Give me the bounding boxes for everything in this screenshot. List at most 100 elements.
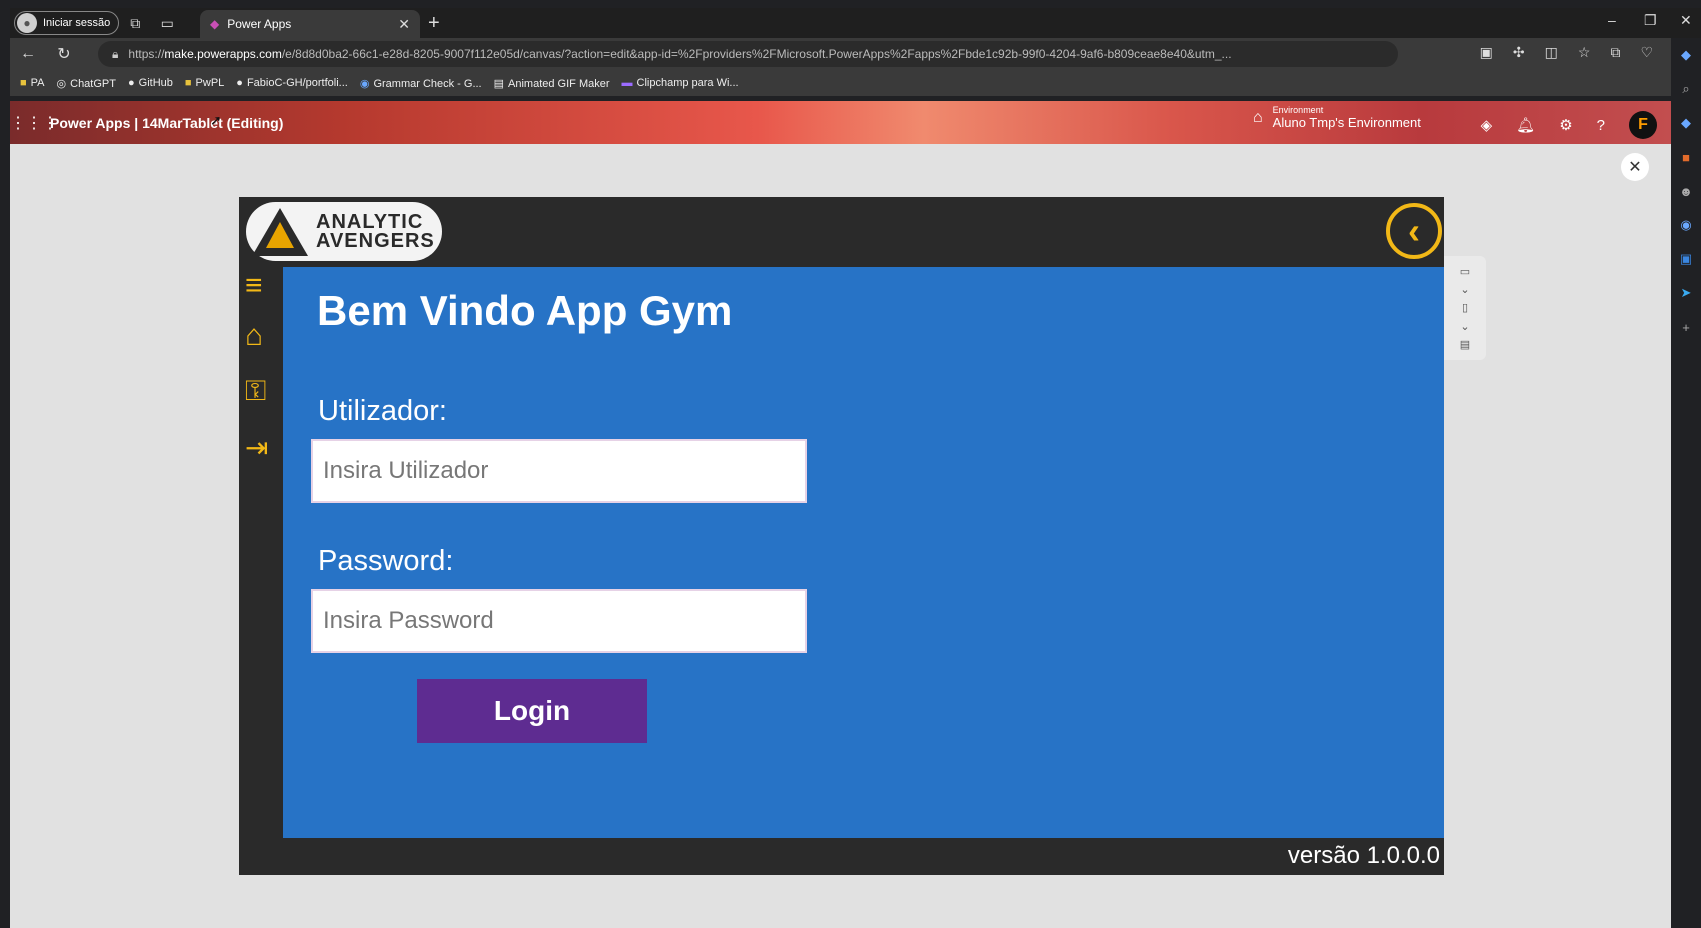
copilot-icon[interactable]: ◆ xyxy=(1671,38,1701,72)
environment-name: Aluno Tmp's Environment xyxy=(1272,115,1421,130)
microsoft365-icon[interactable]: ◉ xyxy=(1671,208,1701,242)
address-bar-row: ← ↻ 🔒︎ https://make.powerapps.com/e/8d8d… xyxy=(10,38,1701,70)
extensions-puzzle-icon[interactable]: ✣ xyxy=(1513,44,1525,61)
copilot-header-icon[interactable]: ◈ xyxy=(1481,116,1493,134)
mouse-cursor-icon: ➚ xyxy=(210,112,222,128)
profile-avatar-icon: ● xyxy=(17,13,37,33)
minimize-icon[interactable]: – xyxy=(1608,12,1616,28)
key-icon[interactable]: ⚿ xyxy=(245,375,266,408)
app-launcher-icon[interactable]: ⋮⋮⋮ xyxy=(10,113,58,133)
title-bar: ● Iniciar sessão ⧉ ▭ ◆ Power Apps ✕ + – … xyxy=(10,8,1701,38)
environment-label: Environment xyxy=(1272,105,1324,115)
gif-icon: ▤ xyxy=(493,77,505,90)
search-icon[interactable]: ⌕ xyxy=(1671,72,1701,106)
user-avatar[interactable]: F xyxy=(1629,111,1657,139)
help-icon[interactable]: ? xyxy=(1597,117,1605,134)
github-icon: ● xyxy=(236,77,243,89)
outlook-icon[interactable]: ▣ xyxy=(1671,242,1701,276)
add-icon[interactable]: + xyxy=(1671,310,1701,344)
settings-icon[interactable]: ⚙ xyxy=(1559,116,1572,134)
app-screen: ANALYTIC AVENGERS ‹ ≡ ⌂ ⚿ ⇥ Bem Vindo Ap… xyxy=(239,197,1444,875)
user-input[interactable]: Insira Utilizador xyxy=(311,439,807,503)
back-icon: ‹ xyxy=(1408,210,1420,251)
power-apps-favicon-icon: ◆ xyxy=(210,17,220,31)
grammar-icon: ◉ xyxy=(359,77,370,90)
bookmark-item[interactable]: ■ PwPL xyxy=(185,77,224,89)
tab-actions-icon[interactable]: ▭ xyxy=(151,11,183,35)
split-screen-icon[interactable]: ◫ xyxy=(1545,44,1558,61)
bookmark-item[interactable]: ◎ ChatGPT xyxy=(57,77,116,90)
chevron-down-icon[interactable]: ⌄ xyxy=(1460,283,1469,296)
url-prefix: https:// xyxy=(128,47,165,61)
app-footer: versão 1.0.0.0 xyxy=(239,838,1444,875)
folder-icon: ■ xyxy=(184,77,192,89)
people-icon[interactable]: ☻ xyxy=(1671,174,1701,208)
device-toolbar: ▭ ⌄ ▯ ⌄ ▤ xyxy=(1444,256,1486,360)
password-input[interactable]: Insira Password xyxy=(311,589,807,653)
browser-toolbar-icons: ▣ ✣ ◫ ☆ ⧉ ♡ ⋯ xyxy=(1480,44,1687,61)
powerapps-title: Power Apps | 14MarTablet (Editing) xyxy=(50,114,284,131)
notification-icon[interactable]: 🔔︎ xyxy=(1516,116,1535,134)
powerapps-header: ⋮⋮⋮ Power Apps | 14MarTablet (Editing) ⌂… xyxy=(10,101,1671,144)
window-close-icon[interactable]: ✕ xyxy=(1680,12,1692,29)
logo-line2: AVENGERS xyxy=(316,229,435,252)
bookmark-item[interactable]: ● FabioC-GH/portfoli... xyxy=(236,77,348,89)
bookmark-item[interactable]: ◉ Grammar Check - G... xyxy=(360,77,482,90)
menu-icon[interactable]: ≡ xyxy=(245,271,263,301)
environment-picker[interactable]: ⌂ Environment Aluno Tmp's Environment xyxy=(1253,105,1421,130)
url-path: /e/8d8d0ba2-66c1-e28d-8205-9007f112e05d/… xyxy=(281,47,1232,61)
workspaces-icon[interactable]: ⧉ xyxy=(119,11,151,35)
environment-icon: ⌂ xyxy=(1253,108,1263,126)
url-field[interactable]: 🔒︎ https://make.powerapps.com/e/8d8d0ba2… xyxy=(98,41,1398,67)
logout-icon[interactable]: ⇥ xyxy=(245,431,268,464)
github-icon: ● xyxy=(127,77,135,89)
bookmark-item[interactable]: ▤ Animated GIF Maker xyxy=(494,77,610,90)
bookmark-item[interactable]: ● GitHub xyxy=(128,77,173,89)
phone-layout-icon[interactable]: ▯ xyxy=(1462,301,1468,314)
favorites-icon[interactable]: ☆ xyxy=(1578,44,1591,61)
logo: ANALYTIC AVENGERS xyxy=(246,202,442,261)
bookmark-item[interactable]: ▬ Clipchamp para Wi... xyxy=(622,77,739,89)
tab-power-apps[interactable]: ◆ Power Apps ✕ xyxy=(200,10,420,38)
tab-title: Power Apps xyxy=(227,17,292,31)
folder-icon: ■ xyxy=(20,77,27,89)
browser-essentials-icon[interactable]: ♡ xyxy=(1640,44,1653,61)
login-button[interactable]: Login xyxy=(417,679,647,743)
version-label: versão 1.0.0.0 xyxy=(1287,842,1440,869)
logo-line1: ANALYTIC xyxy=(316,210,424,233)
left-nav: ≡ ⌂ ⚿ ⇥ xyxy=(239,267,283,838)
send-icon[interactable]: ➤ xyxy=(1671,276,1701,310)
collections-icon[interactable]: ⧉ xyxy=(1610,44,1620,61)
back-button[interactable]: ‹ xyxy=(1386,203,1442,259)
browser-window: ● Iniciar sessão ⧉ ▭ ◆ Power Apps ✕ + – … xyxy=(0,0,1701,928)
new-tab-icon[interactable]: + xyxy=(428,12,440,35)
back-nav-icon[interactable]: ← xyxy=(10,45,46,63)
chevron-down-icon[interactable]: ⌄ xyxy=(1460,320,1469,333)
logo-triangle-icon xyxy=(252,207,308,256)
user-label: Utilizador: xyxy=(318,395,447,427)
tablet-layout-icon[interactable]: ▭ xyxy=(1460,265,1470,278)
header-icons: ◈ 🔔︎ ⚙ ? F xyxy=(1481,111,1657,139)
close-preview-icon[interactable]: ✕ xyxy=(1621,153,1649,181)
login-panel: Bem Vindo App Gym Utilizador: Insira Uti… xyxy=(283,267,1444,838)
profile-button[interactable]: ● Iniciar sessão xyxy=(14,11,120,35)
lock-icon: 🔒︎ xyxy=(112,46,119,61)
tag-icon[interactable]: ◆ xyxy=(1671,106,1701,140)
refresh-icon[interactable]: ↻ xyxy=(46,44,82,64)
password-label: Password: xyxy=(318,545,454,577)
app-header: ANALYTIC AVENGERS ‹ xyxy=(239,197,1444,267)
extension-icon[interactable]: ▣ xyxy=(1480,44,1493,61)
home-icon[interactable]: ⌂ xyxy=(245,319,263,353)
welcome-title: Bem Vindo App Gym xyxy=(317,287,733,334)
web-layout-icon[interactable]: ▤ xyxy=(1460,338,1470,351)
restore-icon[interactable]: ❐ xyxy=(1644,12,1657,29)
bookmark-item[interactable]: ■ PA xyxy=(20,77,45,89)
url-host: make.powerapps.com xyxy=(164,47,282,61)
edge-sidebar: ◆ ⌕ ◆ ■ ☻ ◉ ▣ ➤ + xyxy=(1671,38,1701,928)
profile-label: Iniciar sessão xyxy=(43,17,111,29)
tab-close-icon[interactable]: ✕ xyxy=(398,16,410,33)
chatgpt-icon: ◎ xyxy=(56,77,67,90)
clipchamp-icon: ▬ xyxy=(621,77,633,89)
tools-icon[interactable]: ■ xyxy=(1671,140,1701,174)
bookmarks-bar: ■ PA ◎ ChatGPT ● GitHub ■ PwPL ● FabioC-GH/po… xyxy=(10,70,1701,96)
